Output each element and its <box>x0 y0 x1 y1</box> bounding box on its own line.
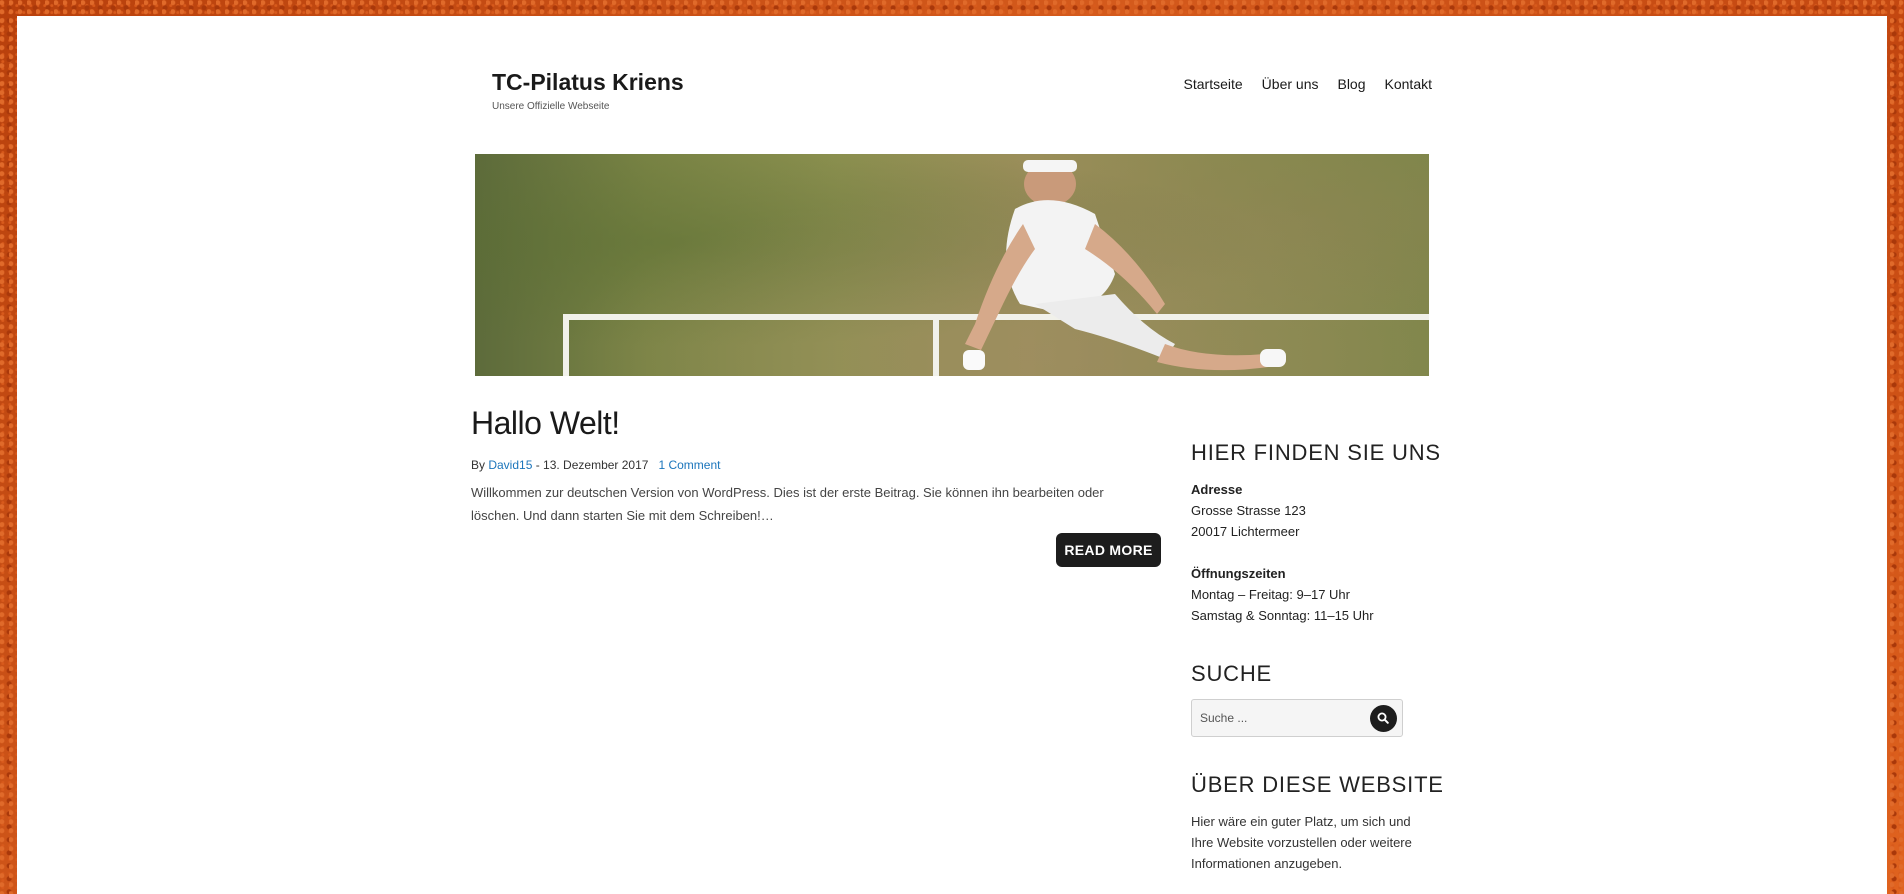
hours-label: Öffnungszeiten <box>1191 566 1286 581</box>
search-widget-title: SUCHE <box>1191 661 1273 686</box>
about-widget-title: ÜBER DIESE WEBSITE <box>1191 772 1444 797</box>
post-date: - 13. Dezember 2017 <box>532 458 649 473</box>
post-title[interactable]: Hallo Welt! <box>471 405 1161 441</box>
address-line-1: Grosse Strasse 123 <box>1191 503 1306 518</box>
location-widget: HIER FINDEN SIE UNS Adresse Grosse Stras… <box>1191 442 1441 626</box>
post-excerpt: Willkommen zur deutschen Version von Wor… <box>471 485 1104 524</box>
nav-item-ueber-uns[interactable]: Über uns <box>1262 76 1319 92</box>
search-icon <box>1377 712 1389 724</box>
site-description: Unsere Offizielle Webseite <box>492 101 610 112</box>
author-link[interactable]: David15 <box>488 458 532 472</box>
main-content: Hallo Welt! By David15 - 13. Dezember 20… <box>471 405 1161 567</box>
location-widget-title: HIER FINDEN SIE UNS <box>1191 440 1441 465</box>
post-meta: By David15 - 13. Dezember 2017 1 Comment <box>471 458 1161 472</box>
address-label: Adresse <box>1191 482 1243 497</box>
hours-line-2: Samstag & Sonntag: 11–15 Uhr <box>1191 608 1374 623</box>
header-image <box>475 154 1429 376</box>
nav-item-blog[interactable]: Blog <box>1337 76 1365 92</box>
address-line-2: 20017 Lichtermeer <box>1191 524 1300 539</box>
comments-link[interactable]: 1 Comment <box>658 458 720 472</box>
search-button[interactable] <box>1370 705 1397 732</box>
about-text: Hier wäre ein guter Platz, um sich und I… <box>1191 814 1412 871</box>
read-more-button[interactable]: READ MORE <box>1056 533 1161 567</box>
about-widget: ÜBER DIESE WEBSITE Hier wäre ein guter P… <box>1191 774 1444 887</box>
site-header: TC-Pilatus Kriens Unsere Offizielle Webs… <box>475 54 1437 124</box>
nav-item-startseite[interactable]: Startseite <box>1184 76 1243 92</box>
site-title[interactable]: TC-Pilatus Kriens <box>492 69 684 96</box>
hours-line-1: Montag – Freitag: 9–17 Uhr <box>1191 587 1350 602</box>
meta-by-label: By <box>471 458 489 473</box>
main-navigation: Startseite Über uns Blog Kontakt <box>1184 76 1432 92</box>
location-info: Adresse Grosse Strasse 123 20017 Lichter… <box>1191 479 1441 626</box>
tennis-player-figure <box>963 160 1286 371</box>
search-input[interactable] <box>1200 709 1360 727</box>
search-form <box>1191 699 1403 737</box>
page-container: TC-Pilatus Kriens Unsere Offizielle Webs… <box>17 16 1887 894</box>
nav-item-kontakt[interactable]: Kontakt <box>1385 76 1432 92</box>
